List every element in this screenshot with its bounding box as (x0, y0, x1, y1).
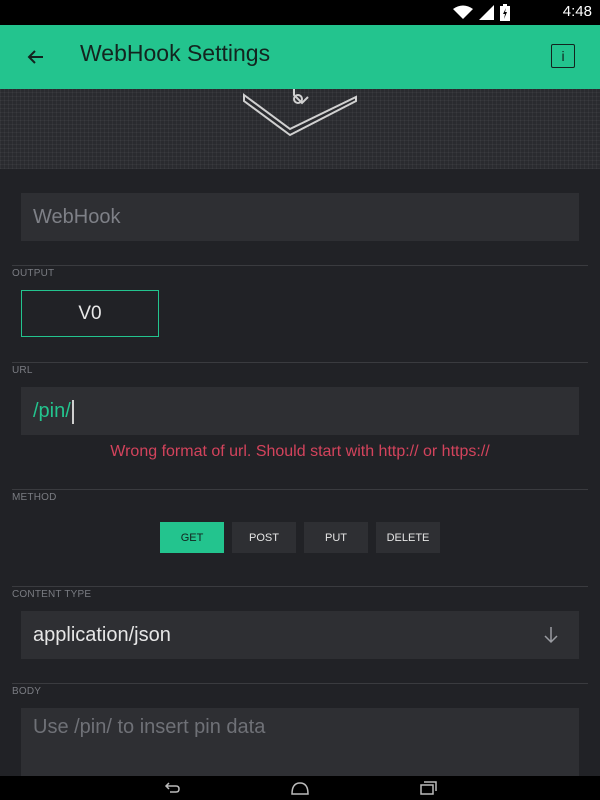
method-get-button[interactable]: GET (160, 522, 224, 553)
back-nav-icon[interactable] (162, 780, 182, 796)
status-icons (453, 4, 510, 21)
method-put-button[interactable]: PUT (304, 522, 368, 553)
output-label: OUTPUT (12, 268, 55, 279)
battery-icon (500, 4, 510, 21)
info-button[interactable]: i (551, 44, 575, 68)
method-delete-button[interactable]: DELETE (376, 522, 440, 553)
wifi-icon (453, 5, 473, 19)
divider (12, 265, 588, 266)
status-time: 4:48 (562, 3, 592, 20)
home-nav-icon[interactable] (290, 780, 310, 796)
output-pin-button[interactable]: V0 (21, 290, 159, 337)
page-title: WebHook Settings (80, 40, 271, 66)
arrow-left-icon[interactable] (22, 45, 50, 69)
divider (12, 683, 588, 684)
divider (12, 489, 588, 490)
widget-preview-banner (0, 89, 600, 169)
url-label: URL (12, 365, 33, 376)
recents-nav-icon[interactable] (418, 780, 438, 796)
method-post-button[interactable]: POST (232, 522, 296, 553)
body-label: BODY (12, 686, 42, 697)
content-type-label: CONTENT TYPE (12, 589, 92, 600)
body-input[interactable]: Use /pin/ to insert pin data (21, 708, 579, 776)
url-error-message: Wrong format of url. Should start with h… (110, 443, 490, 460)
method-label: METHOD (12, 492, 57, 503)
webhook-widget-icon (243, 89, 357, 137)
signal-icon (479, 5, 494, 20)
app-bar: WebHook Settings i (0, 25, 600, 89)
url-value: /pin/ (33, 400, 71, 422)
navigation-bar (0, 776, 600, 800)
divider (12, 362, 588, 363)
url-input[interactable]: /pin/ (21, 387, 579, 435)
text-cursor (71, 399, 74, 424)
status-bar: 4:48 (0, 0, 600, 25)
widget-name-input[interactable]: WebHook (21, 193, 579, 241)
divider (12, 586, 588, 587)
content-type-select[interactable]: application/json (21, 611, 579, 659)
content-type-value: application/json (33, 624, 171, 646)
arrow-down-icon (544, 627, 558, 644)
